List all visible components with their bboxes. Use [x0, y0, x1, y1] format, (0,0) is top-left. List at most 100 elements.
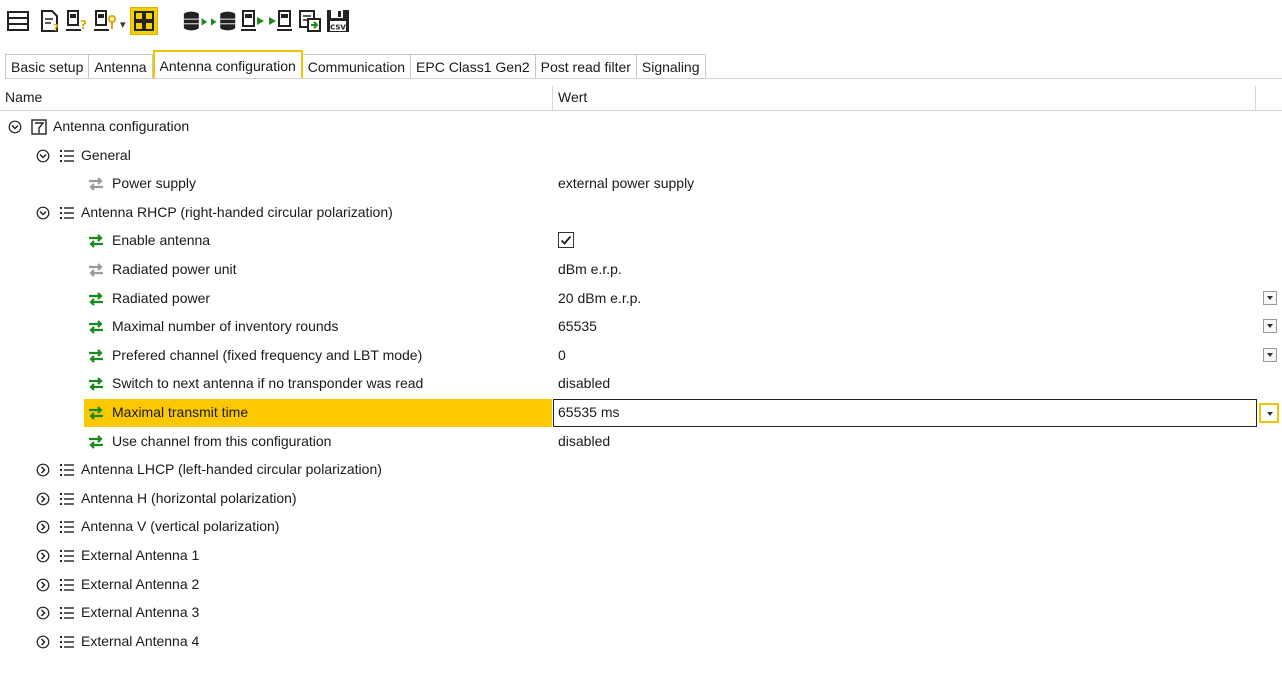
row-value[interactable]: 20 dBm e.r.p.: [558, 290, 641, 306]
device-key-question-icon[interactable]: ?: [64, 7, 92, 35]
collapse-icon[interactable]: [36, 149, 50, 163]
expand-icon[interactable]: [36, 492, 50, 506]
expand-icon[interactable]: [36, 520, 50, 534]
expand-icon[interactable]: [36, 635, 50, 649]
expand-icon[interactable]: [36, 578, 50, 592]
category-list-icon: [59, 519, 75, 535]
row-label: Antenna LHCP (left-handed circular polar…: [81, 461, 382, 477]
property-row-enable-antenna[interactable]: Enable antenna: [0, 227, 1282, 255]
readonly-property-icon: [87, 262, 105, 278]
device-export-icon[interactable]: [240, 7, 268, 35]
row-label: External Antenna 3: [81, 604, 200, 620]
property-row-maximal-number-of-inventory-rounds[interactable]: Maximal number of inventory rounds 65535: [0, 313, 1282, 341]
group-row-external-antenna-2[interactable]: External Antenna 2: [0, 571, 1282, 599]
editable-property-icon: [87, 319, 105, 335]
device-key-icon[interactable]: [92, 7, 120, 35]
group-row-antenna-v-vertical-polarization[interactable]: Antenna V (vertical polarization): [0, 513, 1282, 541]
group-row-antenna-h-horizontal-polarization[interactable]: Antenna H (horizontal polarization): [0, 485, 1282, 513]
property-row-radiated-power-unit[interactable]: Radiated power unit dBm e.r.p.: [0, 256, 1282, 284]
grid-header: Name Wert: [0, 86, 1282, 111]
collapse-icon[interactable]: [36, 206, 50, 220]
row-label: External Antenna 1: [81, 547, 200, 563]
expand-icon[interactable]: [36, 463, 50, 477]
database-export-icon[interactable]: [182, 7, 210, 35]
tab-epc-class1-gen2[interactable]: EPC Class1 Gen2: [411, 54, 536, 78]
row-label: Maximal number of inventory rounds: [112, 318, 339, 334]
expand-icon[interactable]: [36, 606, 50, 620]
toolbar-dropdown-arrow[interactable]: ▾: [120, 18, 126, 31]
row-value[interactable]: disabled: [558, 375, 610, 391]
group-row-external-antenna-4[interactable]: External Antenna 4: [0, 628, 1282, 656]
settings-compare-icon[interactable]: [296, 7, 324, 35]
row-label: External Antenna 2: [81, 576, 200, 592]
property-row-power-supply[interactable]: Power supply external power supply: [0, 170, 1282, 198]
row-value: dBm e.r.p.: [558, 261, 622, 277]
row-label: Antenna RHCP (right-handed circular pola…: [81, 204, 393, 220]
editable-property-icon: [87, 376, 105, 392]
row-label: Power supply: [112, 175, 197, 191]
editable-property-icon: [87, 405, 105, 421]
group-row-antenna-rhcp-right-handed-circular-polarization[interactable]: Antenna RHCP (right-handed circular pola…: [0, 199, 1282, 227]
tab-communication[interactable]: Communication: [302, 54, 412, 78]
tab-antenna-configuration[interactable]: Antenna configuration: [152, 50, 303, 78]
database-import-icon[interactable]: [210, 7, 238, 35]
column-splitter-end[interactable]: [1255, 86, 1256, 110]
property-row-switch-to-next-antenna-if-no-transponder-was-read[interactable]: Switch to next antenna if no transponder…: [0, 370, 1282, 398]
row-value[interactable]: disabled: [558, 433, 610, 449]
property-row-radiated-power[interactable]: Radiated power 20 dBm e.r.p.: [0, 285, 1282, 313]
row-label: General: [81, 147, 131, 163]
editable-property-icon: [87, 348, 105, 364]
value-editor-text[interactable]: 65535 ms: [558, 404, 619, 420]
group-row-antenna-lhcp-left-handed-circular-polarization[interactable]: Antenna LHCP (left-handed circular polar…: [0, 456, 1282, 484]
svg-text:?: ?: [53, 23, 59, 33]
grid-view-icon[interactable]: [130, 7, 158, 35]
svg-text:?: ?: [80, 18, 87, 32]
category-list-icon: [59, 205, 75, 221]
property-row-prefered-channel-fixed-frequency-and-lbt-mode[interactable]: Prefered channel (fixed frequency and LB…: [0, 342, 1282, 370]
category-list-icon: [59, 148, 75, 164]
dropdown-button[interactable]: [1263, 319, 1277, 333]
dropdown-button[interactable]: [1263, 291, 1277, 305]
expand-icon[interactable]: [36, 549, 50, 563]
document-question-icon[interactable]: ?: [36, 7, 64, 35]
toolbar: ? ? ▾ CSV: [0, 0, 1282, 44]
save-csv-icon[interactable]: CSV: [324, 7, 352, 35]
group-row-antenna-configuration[interactable]: Antenna configuration: [0, 113, 1282, 141]
group-row-external-antenna-1[interactable]: External Antenna 1: [0, 542, 1282, 570]
category-list-icon: [59, 491, 75, 507]
checkmark-icon: [560, 235, 572, 245]
property-row-use-channel-from-this-configuration[interactable]: Use channel from this configuration disab…: [0, 428, 1282, 456]
collapse-icon[interactable]: [8, 120, 22, 134]
category-list-icon: [59, 634, 75, 650]
column-header-value[interactable]: Wert: [558, 89, 587, 105]
value-editor[interactable]: [553, 399, 1257, 427]
category-list-icon: [59, 462, 75, 478]
property-row-maximal-transmit-time[interactable]: Maximal transmit time 65535 ms: [0, 399, 1282, 427]
group-row-external-antenna-3[interactable]: External Antenna 3: [0, 599, 1282, 627]
row-label: Radiated power unit: [112, 261, 237, 277]
enable-checkbox[interactable]: [558, 232, 574, 248]
tab-antenna[interactable]: Antenna: [89, 54, 153, 78]
row-label: Antenna configuration: [53, 118, 190, 134]
tab-basic-setup[interactable]: Basic setup: [5, 54, 90, 78]
category-list-icon: [59, 577, 75, 593]
row-value[interactable]: 0: [558, 347, 566, 363]
row-label: Antenna H (horizontal polarization): [81, 490, 297, 506]
tab-signaling[interactable]: Signaling: [636, 54, 706, 78]
row-value: external power supply: [558, 175, 695, 191]
tab-post-read-filter[interactable]: Post read filter: [535, 54, 637, 78]
editable-property-icon: [87, 434, 105, 450]
row-label: Maximal transmit time: [112, 404, 249, 420]
readonly-property-icon: [87, 176, 105, 192]
dropdown-button[interactable]: [1263, 348, 1277, 362]
row-label: Antenna V (vertical polarization): [81, 518, 280, 534]
tab-underline: [5, 78, 1282, 79]
list-view-icon[interactable]: [4, 7, 32, 35]
group-row-general[interactable]: General: [0, 142, 1282, 170]
column-header-name[interactable]: Name: [5, 89, 42, 105]
dropdown-button[interactable]: [1259, 403, 1279, 423]
row-label: External Antenna 4: [81, 633, 200, 649]
row-value[interactable]: 65535: [558, 318, 597, 334]
column-splitter[interactable]: [552, 86, 553, 110]
device-import-icon[interactable]: [268, 7, 296, 35]
